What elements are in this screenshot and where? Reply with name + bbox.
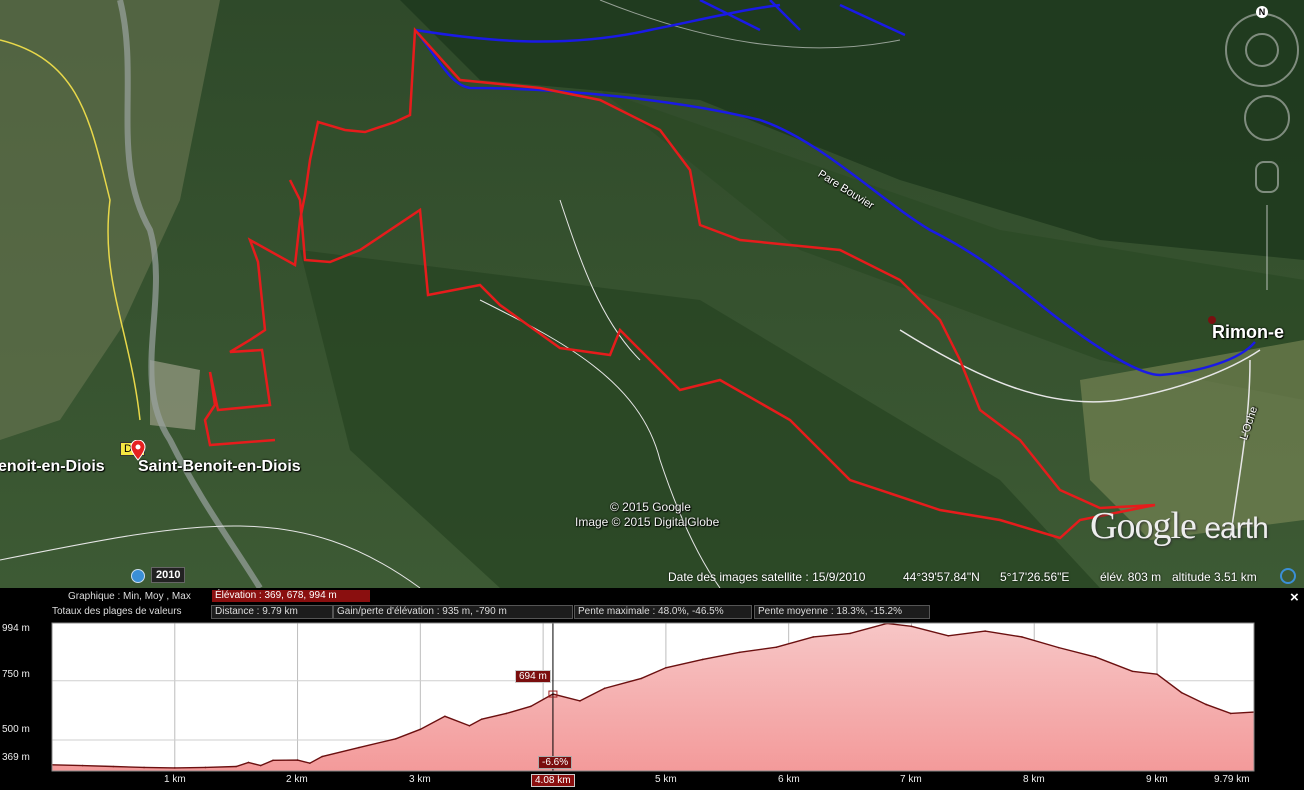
elevation-point xyxy=(849,632,851,635)
elevation-point xyxy=(530,705,532,708)
town-label-left: enoit-en-Diois xyxy=(0,458,105,475)
latitude: 44°39'57.84"N xyxy=(903,570,980,584)
elevation-point xyxy=(1094,656,1097,658)
x-tick-label: 6 km xyxy=(778,774,800,785)
elevation-point xyxy=(738,651,741,654)
elevation-point xyxy=(1229,712,1232,715)
elevation-point xyxy=(1156,673,1158,675)
elevation-point xyxy=(296,759,299,761)
elevation-point xyxy=(247,761,250,764)
elevation-point xyxy=(603,687,606,690)
x-tick-label: 9 km xyxy=(1146,774,1168,785)
elevation-point xyxy=(309,762,311,764)
imagery-year[interactable]: 2010 xyxy=(151,567,186,583)
elevation-point xyxy=(259,764,262,767)
elevation-point xyxy=(419,728,422,731)
elevation-chart[interactable] xyxy=(0,588,1304,790)
elevation-point xyxy=(468,724,471,727)
cursor-elevation: 694 m xyxy=(515,670,551,683)
elevation-point xyxy=(579,700,581,702)
compass-north-icon[interactable]: N xyxy=(1256,6,1268,18)
elevation-point xyxy=(984,630,986,632)
ground-elevation: élév. 803 m xyxy=(1100,570,1162,584)
elevation-point xyxy=(358,746,360,749)
elevation-point xyxy=(775,646,778,648)
placemark-pin-icon[interactable] xyxy=(130,440,146,462)
elevation-point xyxy=(1180,691,1183,694)
x-tick-label: 1 km xyxy=(164,774,186,785)
x-tick-label: 2 km xyxy=(286,774,308,785)
eye-altitude: altitude 3.51 km xyxy=(1172,570,1257,584)
elevation-point xyxy=(444,715,446,718)
elevation-point xyxy=(272,759,274,762)
elevation-point xyxy=(394,737,397,740)
google-earth-logo: Google earth xyxy=(1090,505,1269,547)
elevation-point xyxy=(173,767,176,769)
map-view[interactable]: Pare Bouvier L'Oche enoit-en-Diois Saint… xyxy=(0,0,1304,588)
elevation-point xyxy=(235,765,237,768)
cursor-slope: -6.6% xyxy=(538,756,573,769)
elevation-point xyxy=(81,764,84,767)
x-tick-label: 5 km xyxy=(655,774,677,785)
status-bar: Date des images satellite : 15/9/2010 44… xyxy=(660,568,1304,586)
x-tick-label: 7 km xyxy=(900,774,922,785)
elevation-point xyxy=(321,755,323,758)
copyright-google: © 2015 Google xyxy=(610,500,691,514)
elevation-point xyxy=(1057,646,1060,649)
elevation-point xyxy=(480,718,483,720)
elevation-point xyxy=(1205,703,1207,706)
elevation-point xyxy=(665,666,667,669)
cursor-distance: 4.08 km xyxy=(531,774,575,787)
elevation-point xyxy=(640,677,643,680)
elevation-point xyxy=(143,766,145,769)
elevation-point xyxy=(812,636,815,638)
elevation-point xyxy=(1021,636,1023,638)
elevation-point xyxy=(112,765,115,768)
town-label-saint-benoit: Saint-Benoit-en-Diois xyxy=(138,458,301,475)
town-label-rimon: Rimon-e xyxy=(1212,322,1284,342)
streaming-indicator-icon xyxy=(1280,568,1296,584)
x-tick-label: 3 km xyxy=(409,774,431,785)
copyright-imagery: Image © 2015 DigitalGlobe xyxy=(575,515,720,529)
x-tick-label: 8 km xyxy=(1023,774,1045,785)
image-date: Date des images satellite : 15/9/2010 xyxy=(668,570,866,584)
historical-imagery-clock-icon[interactable] xyxy=(131,569,145,583)
elevation-point xyxy=(947,634,950,637)
elevation-point xyxy=(1131,670,1134,673)
elevation-point xyxy=(910,625,913,628)
x-tick-label: 9.79 km xyxy=(1214,774,1250,785)
longitude: 5°17'26.56"E xyxy=(1000,570,1070,584)
elevation-profile-panel: Graphique : Min, Moy , Max Élévation : 3… xyxy=(0,588,1304,790)
elevation-point xyxy=(505,712,508,715)
elevation-point xyxy=(701,658,704,661)
elevation-point xyxy=(204,766,207,769)
